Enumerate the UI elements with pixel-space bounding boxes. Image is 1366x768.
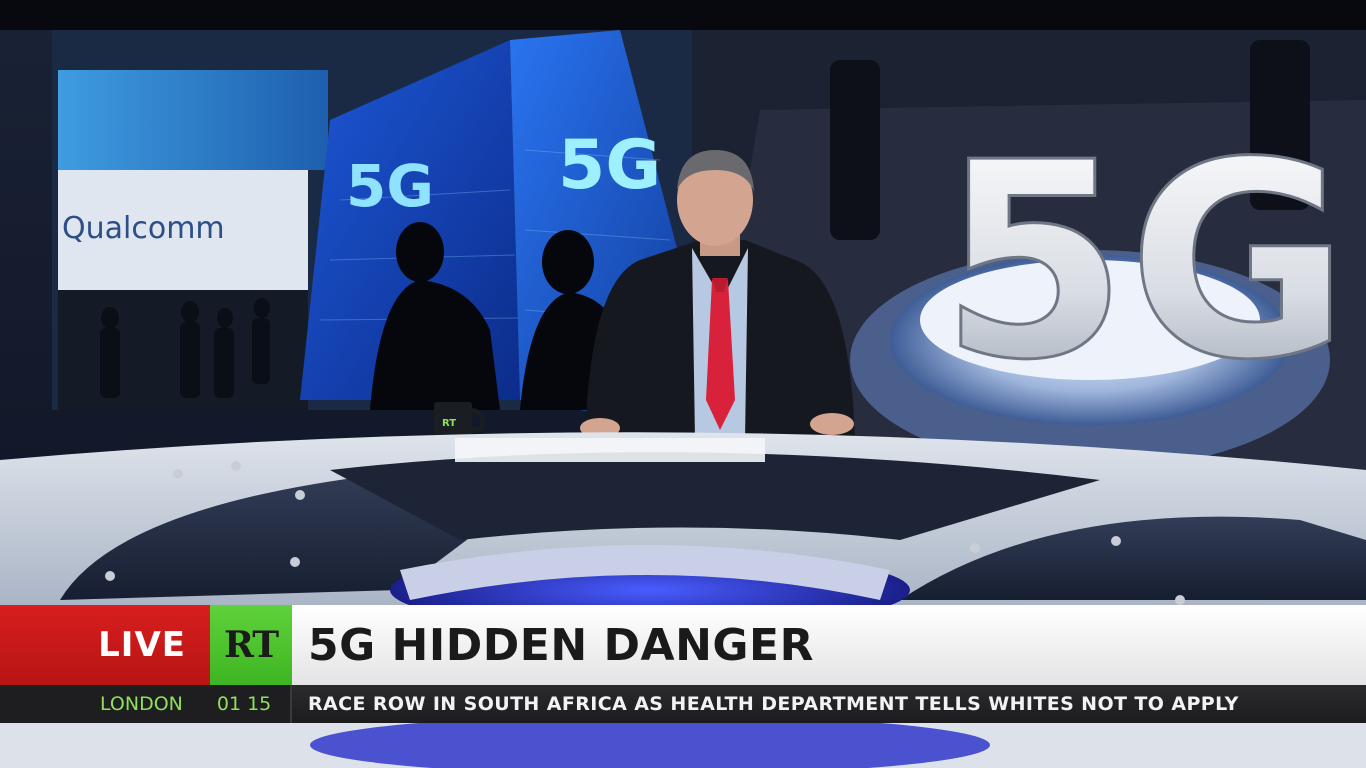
news-ticker-bar: LONDON 01 15 RACE ROW IN SOUTH AFRICA AS… — [0, 685, 1366, 723]
live-badge: LIVE — [0, 605, 210, 685]
rt-channel-logo: RT — [210, 605, 292, 685]
clock-time: 01 15 — [216, 693, 272, 715]
headline-bar: 5G HIDDEN DANGER — [292, 605, 1366, 685]
mug-logo: RT — [442, 418, 456, 429]
location-clock: LONDON 01 15 — [0, 685, 292, 723]
cube-5g-text-left: 5G — [346, 152, 434, 220]
cube-5g-text-right: 5G — [558, 126, 661, 205]
headline-text: 5G HIDDEN DANGER — [308, 619, 814, 671]
ticker-text: RACE ROW IN SOUTH AFRICA AS HEALTH DEPAR… — [308, 693, 1239, 715]
qualcomm-logo: Qualcomm — [62, 211, 225, 246]
location-label: LONDON — [100, 693, 183, 715]
anchor-desk — [0, 432, 1366, 630]
big-3d-5g-text: 5G — [940, 104, 1349, 419]
live-label: LIVE — [98, 625, 186, 665]
rt-logo-text: RT — [223, 624, 279, 666]
